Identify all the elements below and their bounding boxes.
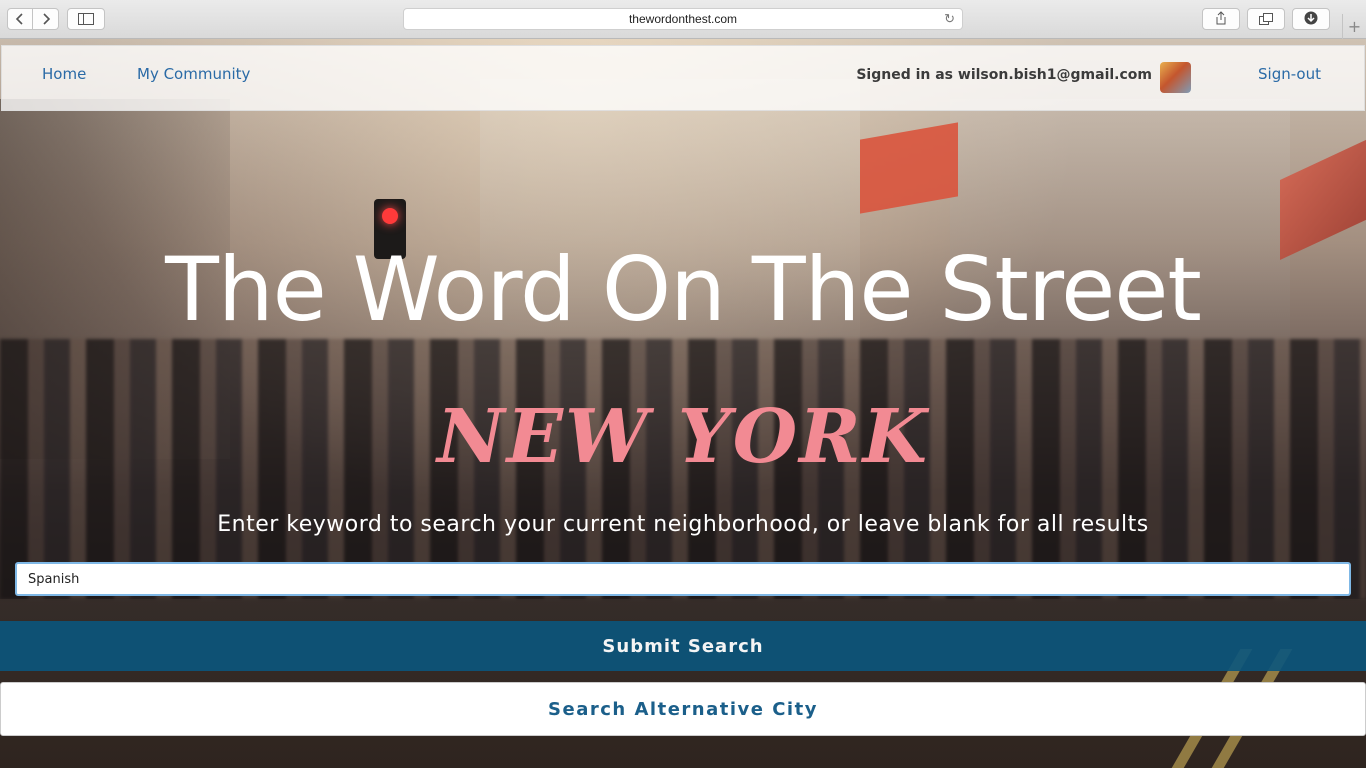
search-instructions: Enter keyword to search your current nei… [217, 512, 1149, 537]
sidebar-toggle-button[interactable] [67, 8, 105, 30]
search-input[interactable] [15, 562, 1351, 596]
browser-toolbar: thewordonthest.com ↻ + [0, 0, 1366, 39]
back-button[interactable] [7, 8, 33, 30]
signout-link[interactable]: Sign-out [1258, 65, 1321, 83]
download-icon [1304, 10, 1318, 29]
share-icon [1215, 10, 1227, 29]
new-tab-button[interactable]: + [1342, 14, 1366, 39]
tab-overview-button[interactable] [1247, 8, 1285, 30]
downloads-button[interactable] [1292, 8, 1330, 30]
page-title: The Word On The Street [165, 238, 1202, 341]
tabs-icon [1259, 10, 1273, 29]
signed-in-status: Signed in as wilson.bish1@gmail.com [856, 67, 1152, 83]
plus-icon: + [1347, 17, 1362, 36]
background-flag [860, 122, 958, 214]
sidebar-icon [78, 10, 94, 29]
chevron-left-icon [15, 10, 25, 29]
chevron-right-icon [41, 10, 51, 29]
url-text: thewordonthest.com [628, 12, 738, 26]
submit-search-button[interactable]: Submit Search [0, 621, 1366, 671]
nav-home-link[interactable]: Home [42, 65, 86, 83]
address-bar[interactable]: thewordonthest.com ↻ [403, 8, 963, 30]
reload-icon[interactable]: ↻ [944, 11, 955, 27]
search-alternative-city-button[interactable]: Search Alternative City [0, 682, 1366, 736]
top-navbar: Home My Community Signed in as wilson.bi… [1, 45, 1365, 111]
nav-my-community-link[interactable]: My Community [137, 65, 250, 83]
city-name: NEW YORK [436, 394, 929, 480]
share-button[interactable] [1202, 8, 1240, 30]
forward-button[interactable] [33, 8, 59, 30]
avatar[interactable] [1160, 62, 1191, 93]
